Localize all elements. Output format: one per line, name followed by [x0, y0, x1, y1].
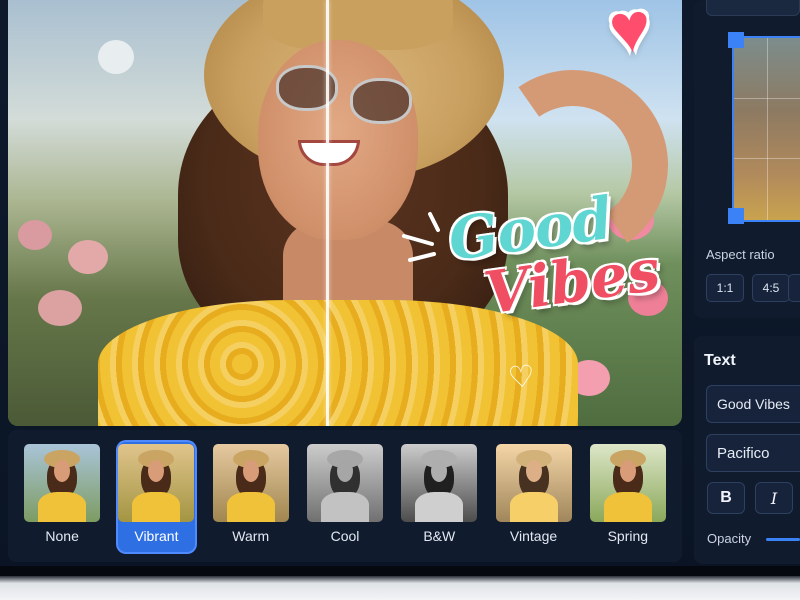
crop-preview[interactable]	[732, 36, 800, 222]
doodle-heart: ♡	[506, 358, 537, 397]
filter-label: Vintage	[509, 528, 558, 544]
aspect-4-5-button[interactable]: 4:5	[752, 274, 790, 302]
preset-dropdown[interactable]	[706, 0, 800, 16]
thumb-dress	[132, 492, 181, 522]
thumb-dress	[603, 492, 652, 522]
filter-thumbnail	[589, 444, 666, 522]
filter-vibrant[interactable]: Vibrant	[118, 442, 195, 552]
thumb-dress	[415, 492, 464, 522]
opacity-slider[interactable]	[766, 538, 800, 541]
flower	[18, 220, 52, 250]
filter-thumbnail	[24, 444, 101, 522]
photo-canvas[interactable]: ♥ Good Vibes ♡	[8, 0, 682, 426]
flower	[68, 240, 108, 274]
bold-button[interactable]: B	[707, 482, 745, 514]
filter-bw[interactable]: B&W	[401, 442, 478, 552]
filter-thumbnail	[401, 444, 478, 522]
crop-handle-bottom-left[interactable]	[728, 208, 744, 224]
photo-editor-app: ♥ Good Vibes ♡ None Vibrant Warm Cool B&…	[0, 0, 800, 600]
crop-grid-line	[767, 38, 768, 220]
filter-thumbnail	[495, 444, 572, 522]
filter-strip: None Vibrant Warm Cool B&W Vintage Sprin…	[8, 430, 682, 562]
filter-thumbnail	[118, 444, 195, 522]
device-bezel	[0, 576, 800, 600]
thumb-dress	[226, 492, 275, 522]
thumb-dress	[320, 492, 369, 522]
aspect-ratio-label: Aspect ratio	[706, 247, 775, 262]
filter-label: None	[45, 528, 79, 544]
crop-handle-top-left[interactable]	[728, 32, 744, 48]
flower	[38, 290, 82, 326]
filter-label: Cool	[330, 528, 360, 544]
thumb-face	[336, 460, 353, 482]
filter-spring[interactable]: Spring	[589, 442, 666, 552]
text-panel-title: Text	[704, 352, 736, 369]
aspect-1-1-button[interactable]: 1:1	[706, 274, 744, 302]
filter-label: Spring	[607, 528, 649, 544]
filter-thumbnail	[212, 444, 289, 522]
flower	[98, 40, 134, 74]
sparkle-lines-icon	[402, 212, 440, 262]
filter-label: Warm	[232, 528, 270, 544]
opacity-label: Opacity	[707, 531, 752, 546]
aspect-more-button[interactable]	[788, 274, 800, 302]
font-select[interactable]: Pacifico	[706, 434, 800, 472]
thumb-face	[242, 460, 259, 482]
filter-label: Vibrant	[134, 528, 179, 544]
thumb-face	[525, 460, 542, 482]
italic-button[interactable]: I	[755, 482, 793, 514]
filter-thumbnail	[306, 444, 383, 522]
thumb-face	[619, 460, 636, 482]
filter-none[interactable]: None	[24, 442, 101, 552]
text-overlay[interactable]: Good Vibes	[444, 184, 668, 328]
text-content-input[interactable]: Good Vibes	[706, 385, 800, 423]
filter-warm[interactable]: Warm	[212, 442, 289, 552]
before-after-divider[interactable]	[326, 0, 329, 426]
thumb-dress	[509, 492, 558, 522]
filter-cool[interactable]: Cool	[306, 442, 383, 552]
sunglasses-right-lens	[350, 78, 412, 124]
filter-label: B&W	[423, 528, 456, 544]
thumb-dress	[38, 492, 87, 522]
heart-sticker-icon[interactable]: ♥	[584, 0, 675, 69]
filter-vintage[interactable]: Vintage	[495, 442, 572, 552]
